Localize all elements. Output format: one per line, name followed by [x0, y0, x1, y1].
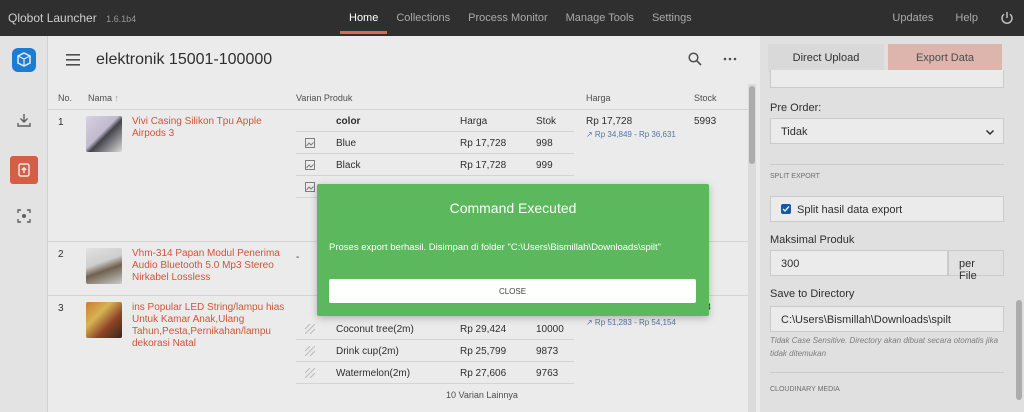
close-button[interactable]: CLOSE	[329, 279, 696, 303]
top-bar: Qlobot Launcher 1.6.1b4 Home Collections…	[0, 0, 1024, 36]
command-executed-dialog: Command Executed Proses export berhasil.…	[317, 184, 709, 316]
app-name: Qlobot Launcher	[8, 11, 97, 25]
app-version: 1.6.1b4	[106, 14, 137, 24]
nav-collections[interactable]: Collections	[387, 0, 459, 36]
dialog-title: Command Executed	[449, 200, 577, 216]
top-right-links: Updates Help	[892, 0, 1024, 36]
help-link[interactable]: Help	[955, 12, 978, 24]
nav-manage-tools[interactable]: Manage Tools	[557, 0, 643, 36]
power-icon[interactable]	[1000, 11, 1014, 25]
nav-home[interactable]: Home	[340, 0, 388, 36]
app-brand: Qlobot Launcher 1.6.1b4	[8, 11, 136, 25]
nav-settings[interactable]: Settings	[643, 0, 701, 36]
dialog-message: Proses export berhasil. Disimpan di fold…	[329, 242, 661, 253]
updates-link[interactable]: Updates	[892, 12, 933, 24]
nav-process-monitor[interactable]: Process Monitor	[459, 0, 556, 36]
top-nav: Home Collections Process Monitor Manage …	[340, 0, 701, 36]
